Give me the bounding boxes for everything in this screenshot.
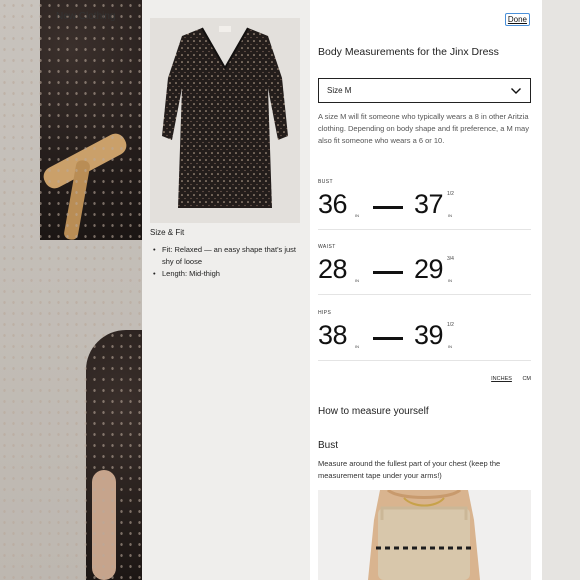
bust-guide-title: Bust	[318, 440, 339, 451]
measurement-unit: IN	[448, 213, 452, 218]
chevron-down-icon	[511, 87, 521, 94]
dress-illustration	[150, 18, 300, 223]
range-dash	[373, 337, 403, 340]
measurement-bust: Bust 36 IN 37 1/2 IN	[318, 179, 531, 230]
size-select-value: Size M	[327, 86, 352, 95]
print-pattern	[0, 0, 142, 580]
measurement-fraction: 1/2	[447, 191, 454, 197]
modal-image-column: Size & Fit Fit: Relaxed — an easy shape …	[142, 0, 310, 580]
unit-cm-toggle[interactable]: CM	[522, 376, 531, 382]
measurement-max: 39	[414, 320, 444, 350]
measurement-max: 37	[414, 189, 444, 219]
product-image	[150, 18, 300, 223]
unit-toggle: INCHES CM	[318, 376, 531, 382]
page-background-strip	[542, 0, 580, 580]
panel-title: Body Measurements for the Jinx Dress	[318, 46, 499, 58]
size-fit-item: Length: Mid-thigh	[150, 268, 302, 280]
measurement-min: 36	[318, 189, 348, 219]
how-to-measure-title: How to measure yourself	[318, 406, 429, 417]
measurement-hips: Hips 38 IN 39 1/2 IN	[318, 310, 531, 361]
size-select[interactable]: Size M	[318, 78, 531, 103]
measurement-unit: IN	[448, 278, 452, 283]
measurements-panel: Done Body Measurements for the Jinx Dres…	[310, 0, 542, 580]
background-model-photo	[0, 0, 142, 580]
measurement-unit: IN	[355, 278, 359, 283]
measurement-unit: IN	[355, 344, 359, 349]
bust-illustration	[318, 490, 531, 580]
measurement-fraction: 3/4	[447, 256, 454, 262]
measurement-unit: IN	[355, 213, 359, 218]
measurement-fraction: 1/2	[447, 322, 454, 328]
measurement-unit: IN	[448, 344, 452, 349]
size-fit-title: Size & Fit	[150, 228, 185, 237]
range-dash	[373, 206, 403, 209]
measurement-min: 38	[318, 320, 348, 350]
size-fit-item: Fit: Relaxed — an easy shape that's just…	[150, 244, 302, 267]
unit-inches-toggle[interactable]: INCHES	[491, 376, 512, 382]
size-fit-list: Fit: Relaxed — an easy shape that's just…	[150, 244, 302, 281]
range-dash	[373, 271, 403, 274]
background-page-title: New Clothing	[56, 11, 116, 22]
measurement-max: 29	[414, 254, 444, 284]
measurement-waist: Waist 28 IN 29 3/4 IN	[318, 244, 531, 295]
measurement-min: 28	[318, 254, 348, 284]
done-button[interactable]: Done	[504, 13, 530, 26]
size-description: A size M will fit someone who typically …	[318, 112, 529, 145]
bust-guide-image	[318, 490, 531, 580]
bust-guide-text: Measure around the fullest part of your …	[318, 459, 501, 480]
